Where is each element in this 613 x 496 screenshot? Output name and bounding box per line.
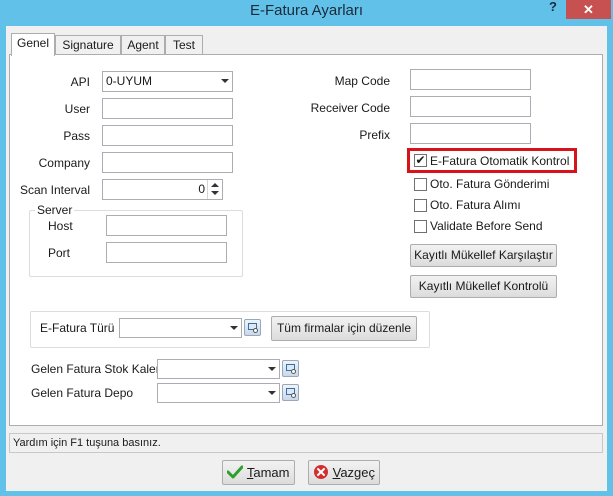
dropdown-arrow-icon	[230, 326, 238, 330]
user-input[interactable]	[102, 98, 233, 119]
check-taxpayer-button[interactable]: Kayıtlı Mükellef Kontrolü	[410, 275, 557, 298]
auto-receive-checkbox[interactable]	[414, 199, 427, 212]
scan-interval-stepper[interactable]: 0	[102, 179, 223, 200]
incoming-stock-picker-button[interactable]	[282, 360, 299, 377]
cancel-icon	[313, 465, 328, 479]
auto-control-checkbox[interactable]: ✔	[414, 154, 427, 167]
dropdown-arrow-icon	[268, 391, 276, 395]
picker-lens-icon	[291, 393, 296, 398]
incoming-warehouse-label: Gelen Fatura Depo	[31, 386, 134, 400]
auto-receive-label[interactable]: Oto. Fatura Alımı	[430, 198, 521, 212]
dropdown-arrow-icon	[268, 367, 276, 371]
spin-buttons[interactable]	[207, 180, 222, 199]
host-label: Host	[48, 219, 73, 233]
port-input[interactable]	[106, 242, 227, 263]
company-label: Company	[38, 156, 90, 170]
auto-send-checkbox[interactable]	[414, 178, 427, 191]
map-code-label: Map Code	[334, 74, 390, 88]
api-select[interactable]: 0-UYUM	[102, 71, 233, 92]
spin-up-icon[interactable]	[211, 183, 219, 187]
user-label: User	[64, 102, 90, 116]
pass-label: Pass	[63, 129, 90, 143]
close-button[interactable]: ✕	[566, 0, 611, 19]
tab-signature[interactable]: Signature	[55, 35, 121, 55]
prefix-input[interactable]	[410, 123, 531, 144]
edit-all-companies-button[interactable]: Tüm firmalar için düzenle	[271, 316, 417, 341]
map-code-input[interactable]	[410, 69, 531, 90]
picker-lens-icon	[291, 369, 296, 374]
scan-interval-label: Scan Interval	[19, 183, 90, 197]
tab-agent[interactable]: Agent	[121, 35, 165, 55]
validate-before-send-checkbox[interactable]	[414, 220, 427, 233]
api-select-value: 0-UYUM	[106, 74, 153, 88]
validate-before-send-label[interactable]: Validate Before Send	[430, 219, 543, 233]
receiver-code-input[interactable]	[410, 96, 531, 117]
ok-button[interactable]: Tamam	[222, 460, 295, 485]
spin-down-icon[interactable]	[211, 191, 219, 195]
prefix-label: Prefix	[359, 128, 390, 142]
checkmark-icon	[226, 465, 244, 479]
incoming-stock-select[interactable]	[157, 359, 280, 379]
efatura-type-label: E-Fatura Türü	[40, 321, 115, 335]
tab-genel[interactable]: Genel	[11, 33, 55, 56]
incoming-warehouse-select[interactable]	[157, 383, 280, 403]
window-title: E-Fatura Ayarları	[249, 2, 364, 19]
receiver-code-label: Receiver Code	[310, 101, 390, 115]
compare-taxpayer-button[interactable]: Kayıtlı Mükellef Karşılaştır	[410, 244, 557, 267]
help-button[interactable]: ?	[541, 0, 565, 18]
checkmark-icon: ✔	[415, 153, 426, 167]
api-label: API	[70, 75, 90, 89]
picker-lens-icon	[253, 328, 258, 333]
server-group-title: Server	[35, 203, 75, 217]
efatura-type-select[interactable]	[119, 318, 242, 338]
cancel-button[interactable]: Vazgeç	[308, 460, 380, 485]
auto-control-label[interactable]: E-Fatura Otomatik Kontrol	[430, 154, 569, 168]
tab-test[interactable]: Test	[165, 35, 203, 55]
cancel-label: azgeç	[340, 465, 376, 480]
host-input[interactable]	[106, 215, 227, 236]
incoming-stock-label: Gelen Fatura Stok Kalemi	[31, 362, 169, 376]
company-input[interactable]	[102, 152, 233, 173]
incoming-warehouse-picker-button[interactable]	[282, 384, 299, 401]
dialog-window: E-Fatura Ayarları ? ✕ Genel Signature Ag…	[0, 0, 613, 496]
efatura-type-picker-button[interactable]	[244, 319, 261, 336]
port-label: Port	[48, 246, 71, 260]
scan-interval-value: 0	[198, 182, 205, 196]
pass-input[interactable]	[102, 125, 233, 146]
auto-send-label[interactable]: Oto. Fatura Gönderimi	[430, 177, 549, 191]
dropdown-arrow-icon	[221, 79, 229, 83]
ok-label: amam	[253, 465, 290, 480]
status-bar: Yardım için F1 tuşuna basınız.	[9, 433, 603, 453]
